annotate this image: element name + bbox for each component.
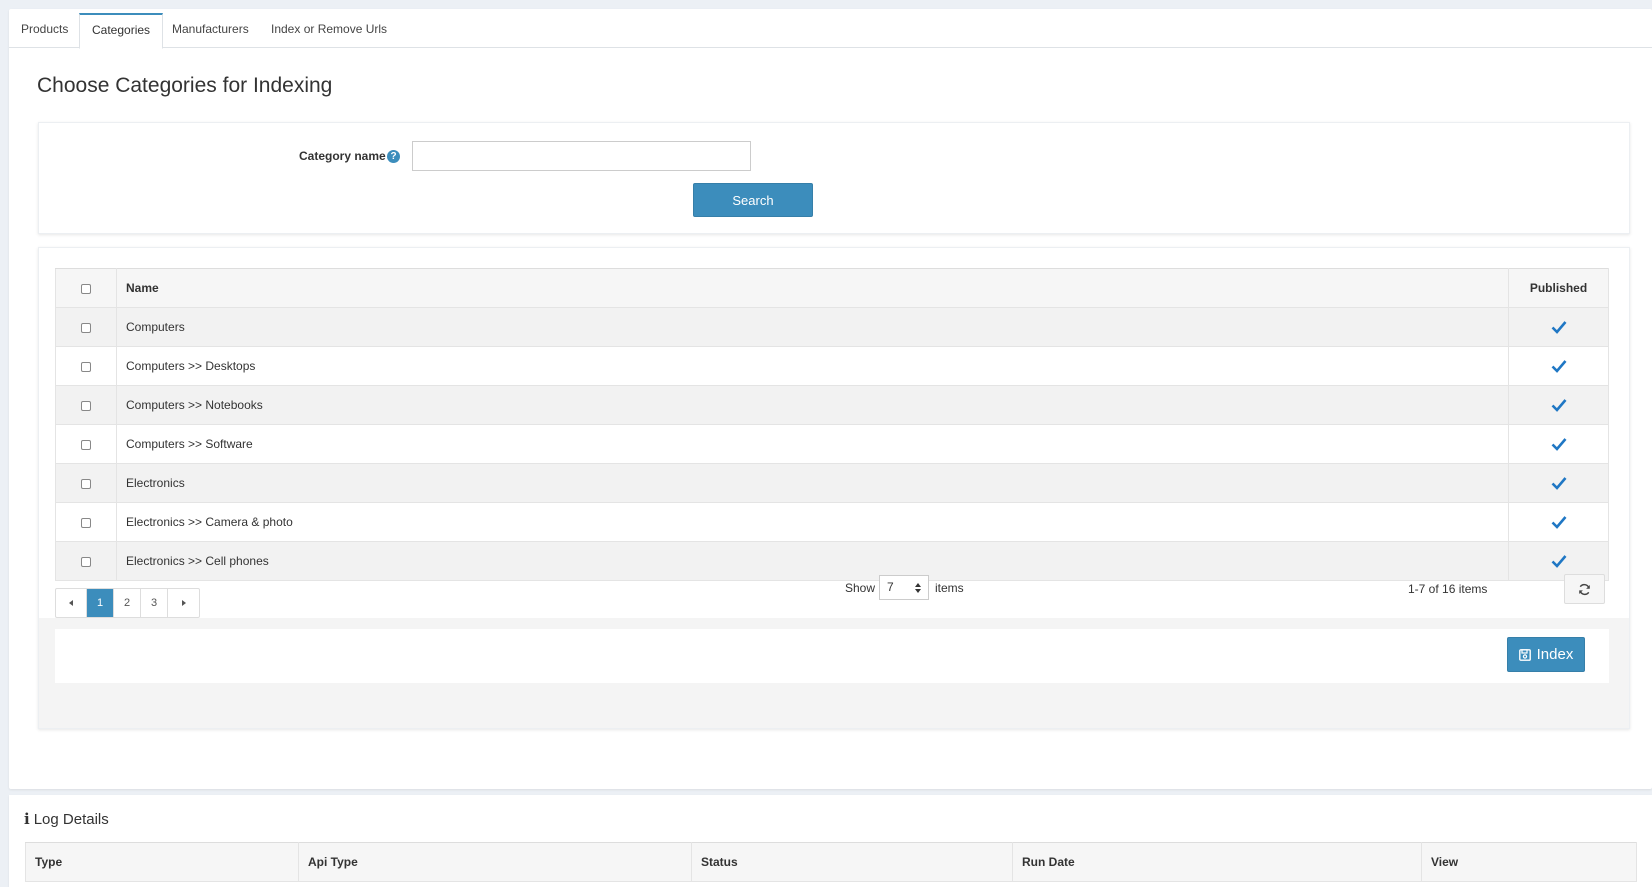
categories-grid-panel: Name Published Computers Computers >> Des… <box>38 247 1630 729</box>
published-cell <box>1508 385 1609 425</box>
previous-page-button[interactable] <box>56 589 87 617</box>
table-row[interactable]: Computers >> Software <box>55 424 1609 464</box>
log-column-type[interactable]: Type <box>25 842 299 882</box>
checkmark-icon <box>1551 516 1566 530</box>
published-cell <box>1508 502 1609 542</box>
items-count-label: 1-7 of 16 items <box>1408 582 1488 596</box>
tab-index-or-remove-urls[interactable]: Index or Remove Urls <box>259 13 399 48</box>
page-size-value: 7 <box>887 580 894 594</box>
page-button-2[interactable]: 2 <box>114 589 141 617</box>
index-button-label: Index <box>1536 646 1574 663</box>
category-name-cell: Electronics <box>116 463 1509 503</box>
table-row[interactable]: Electronics >> Cell phones <box>55 541 1609 581</box>
select-all-checkbox[interactable] <box>81 283 91 294</box>
updown-arrows-icon <box>915 583 921 593</box>
search-panel: Category name ? Search <box>38 122 1630 234</box>
log-column-run-date[interactable]: Run Date <box>1012 842 1422 882</box>
categories-table-body: Computers Computers >> Desktops Computers … <box>55 307 1609 581</box>
row-select-cell <box>55 502 117 542</box>
log-details-label: Log Details <box>33 810 109 828</box>
published-cell <box>1508 424 1609 464</box>
row-select-cell <box>55 307 117 347</box>
checkmark-icon <box>1551 360 1566 374</box>
log-details-title: i Log Details <box>24 810 109 828</box>
log-table: Type Api Type Status Run Date View <box>25 842 1637 882</box>
next-page-button[interactable] <box>168 589 199 617</box>
row-checkbox[interactable] <box>81 322 91 333</box>
caret-left-icon <box>69 600 73 607</box>
row-checkbox[interactable] <box>81 361 91 372</box>
row-select-cell <box>55 346 117 386</box>
category-name-cell: Computers >> Desktops <box>116 346 1509 386</box>
tab-bar: Products Categories Manufacturers Index … <box>9 9 1652 49</box>
row-checkbox[interactable] <box>81 478 91 489</box>
row-select-cell <box>55 385 117 425</box>
published-cell <box>1508 307 1609 347</box>
table-row[interactable]: Computers >> Desktops <box>55 346 1609 386</box>
category-name-cell: Electronics >> Cell phones <box>116 541 1509 581</box>
tab-manufacturers[interactable]: Manufacturers <box>160 13 261 48</box>
log-column-view[interactable]: View <box>1421 842 1637 882</box>
checkmark-icon <box>1551 477 1566 491</box>
help-icon[interactable]: ? <box>387 150 400 163</box>
page-size-select[interactable]: 7 <box>879 575 929 600</box>
category-name-label: Category name <box>299 149 386 163</box>
checkmark-icon <box>1551 555 1566 569</box>
tab-products[interactable]: Products <box>9 13 80 48</box>
table-row[interactable]: Computers <box>55 307 1609 347</box>
show-label: Show <box>845 581 876 595</box>
pagination: 1 2 3 <box>55 588 200 618</box>
category-name-cell: Computers <box>116 307 1509 347</box>
row-select-cell <box>55 463 117 503</box>
published-cell <box>1508 463 1609 503</box>
log-column-status[interactable]: Status <box>691 842 1013 882</box>
table-row[interactable]: Electronics <box>55 463 1609 503</box>
row-checkbox[interactable] <box>81 556 91 567</box>
row-select-cell <box>55 541 117 581</box>
categories-table: Name Published Computers Computers >> Des… <box>55 268 1609 581</box>
table-row[interactable]: Computers >> Notebooks <box>55 385 1609 425</box>
items-label: items <box>935 581 964 595</box>
info-icon: i <box>24 810 30 828</box>
checkmark-icon <box>1551 438 1566 452</box>
row-checkbox[interactable] <box>81 400 91 411</box>
category-name-input[interactable] <box>412 141 751 171</box>
caret-right-icon <box>181 600 186 607</box>
row-checkbox[interactable] <box>81 439 91 450</box>
row-select-cell <box>55 424 117 464</box>
category-name-cell: Electronics >> Camera & photo <box>116 502 1509 542</box>
checkmark-icon <box>1551 321 1566 335</box>
page-button-3[interactable]: 3 <box>141 589 168 617</box>
tab-categories[interactable]: Categories <box>79 13 164 49</box>
category-name-cell: Computers >> Software <box>116 424 1509 464</box>
index-button[interactable]: Index <box>1507 637 1585 672</box>
name-column-header[interactable]: Name <box>116 268 1509 308</box>
grid-footer: Index <box>39 618 1629 728</box>
category-name-cell: Computers >> Notebooks <box>116 385 1509 425</box>
log-column-api-type[interactable]: Api Type <box>298 842 692 882</box>
published-cell <box>1508 346 1609 386</box>
page-title: Choose Categories for Indexing <box>37 74 333 97</box>
refresh-button[interactable] <box>1564 574 1605 604</box>
table-row[interactable]: Electronics >> Camera & photo <box>55 502 1609 542</box>
select-all-header <box>55 268 117 308</box>
checkmark-icon <box>1551 399 1566 413</box>
actions-bar: Index <box>55 629 1609 683</box>
log-details-card: i Log Details Type Api Type Status Run D… <box>9 795 1652 887</box>
page-button-1[interactable]: 1 <box>87 589 114 617</box>
refresh-icon <box>1579 583 1590 596</box>
main-card: Products Categories Manufacturers Index … <box>9 9 1652 789</box>
save-icon <box>1518 648 1531 661</box>
search-button[interactable]: Search <box>693 183 813 217</box>
published-column-header[interactable]: Published <box>1508 268 1609 308</box>
row-checkbox[interactable] <box>81 517 91 528</box>
